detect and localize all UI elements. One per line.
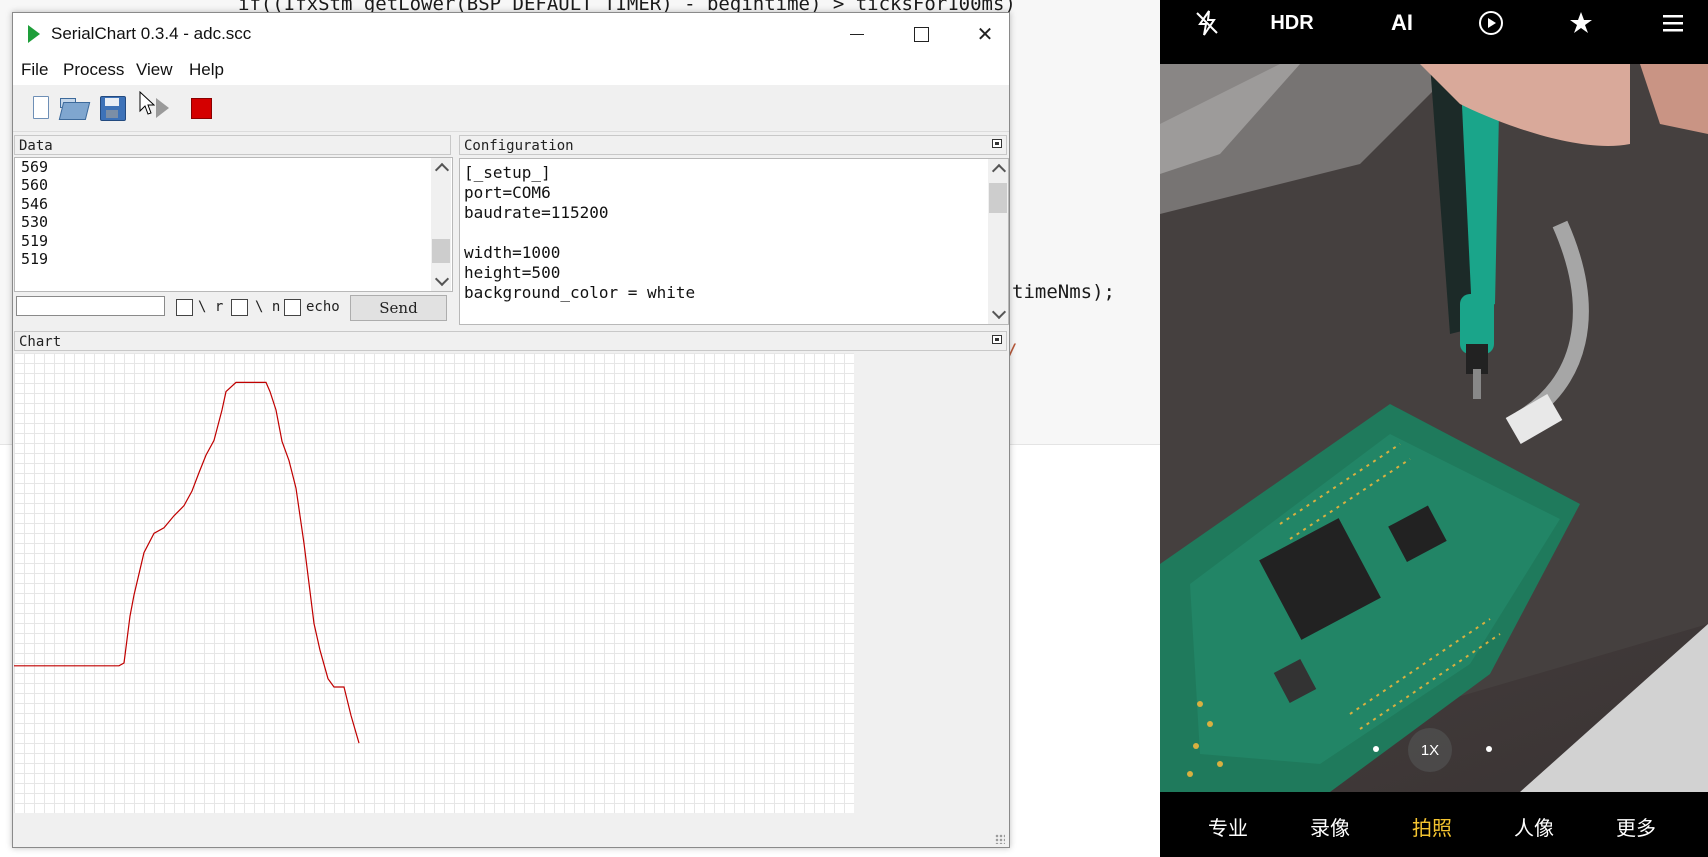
chart-pane-header: Chart [14, 331, 1007, 351]
maximize-button[interactable] [889, 13, 953, 55]
data-pane-title: Data [19, 138, 53, 154]
menu-file[interactable]: File [21, 60, 48, 80]
undock-icon[interactable] [992, 335, 1002, 344]
mode-pro[interactable]: 专业 [1208, 812, 1248, 841]
data-row: 519 [21, 232, 49, 250]
ai-button[interactable]: AI [1382, 8, 1422, 38]
chart-canvas [14, 353, 854, 813]
scroll-thumb[interactable] [432, 239, 450, 263]
data-row: 560 [21, 176, 49, 194]
config-line: height=500 [464, 263, 561, 282]
send-row: \ r \ n echo Send [14, 293, 451, 323]
minimize-button[interactable] [825, 13, 889, 55]
mode-portrait[interactable]: 人像 [1514, 812, 1554, 841]
menu-help[interactable]: Help [189, 60, 224, 80]
play-icon [156, 98, 169, 118]
scroll-up-icon[interactable] [434, 162, 450, 178]
mode-photo[interactable]: 拍照 [1412, 812, 1452, 841]
undock-icon[interactable] [992, 139, 1002, 148]
zoom-indicator[interactable]: 1X [1408, 728, 1452, 772]
config-line: width=1000 [464, 243, 561, 262]
menu-bar: File Process View Help [13, 55, 1009, 85]
flash-off-icon[interactable] [1190, 8, 1224, 38]
data-pane-header: Data [14, 135, 451, 155]
save-button[interactable] [98, 93, 128, 123]
title-bar[interactable]: SerialChart 0.3.4 - adc.scc ✕ [13, 13, 1009, 55]
app-icon [28, 25, 40, 43]
data-scrollbar[interactable] [431, 158, 451, 291]
menu-icon[interactable] [1656, 8, 1690, 38]
window-title: SerialChart 0.3.4 - adc.scc [51, 24, 252, 43]
configuration-editor[interactable]: [_setup_] port=COM6 baudrate=115200 widt… [459, 158, 1009, 325]
configuration-scrollbar[interactable] [988, 159, 1008, 324]
filter-icon[interactable] [1564, 8, 1598, 38]
send-input[interactable] [16, 296, 165, 316]
camera-top-bar: HDR AI [1160, 0, 1708, 64]
append-cr-checkbox[interactable] [176, 299, 193, 316]
camera-preview: HDR AI 1X 专业 录像 拍照 人像 更多 [1160, 0, 1708, 857]
new-file-button[interactable] [25, 93, 55, 123]
serialchart-window: SerialChart 0.3.4 - adc.scc ✕ File Proce… [12, 12, 1010, 848]
folder-open-icon [58, 102, 91, 120]
mouse-cursor-icon [139, 91, 155, 115]
append-cr-label: \ r [198, 299, 224, 315]
config-line: [_setup_] [464, 163, 551, 182]
zoom-level-dot[interactable] [1373, 746, 1379, 752]
new-file-icon [33, 96, 49, 119]
open-file-button[interactable] [58, 93, 91, 123]
config-line: background_color = white [464, 283, 696, 302]
code-line: timeNms); [1012, 281, 1115, 303]
append-lf-checkbox[interactable] [231, 299, 248, 316]
menu-process[interactable]: Process [63, 60, 124, 80]
close-icon: ✕ [976, 23, 994, 46]
stop-button[interactable] [186, 93, 216, 123]
chart-pane-title: Chart [19, 334, 62, 350]
mode-video[interactable]: 录像 [1310, 812, 1350, 841]
configuration-pane-title: Configuration [464, 138, 574, 154]
config-line: baudrate=115200 [464, 203, 609, 222]
configuration-pane-header: Configuration [459, 135, 1007, 155]
camera-mode-bar: 专业 录像 拍照 人像 更多 [1160, 792, 1708, 857]
menu-view[interactable]: View [136, 60, 173, 80]
scroll-down-icon[interactable] [991, 304, 1007, 320]
stop-icon [191, 98, 212, 119]
close-button[interactable]: ✕ [953, 13, 1017, 55]
resize-grip-icon[interactable] [995, 834, 1005, 844]
data-list[interactable]: 569 560 546 530 519 519 [14, 157, 453, 292]
config-line: port=COM6 [464, 183, 551, 202]
data-row: 530 [21, 213, 49, 231]
maximize-icon [913, 26, 929, 42]
chart-area [14, 353, 1007, 846]
data-row: 569 [21, 158, 49, 176]
scroll-thumb[interactable] [989, 183, 1007, 213]
echo-checkbox[interactable] [284, 299, 301, 316]
scroll-up-icon[interactable] [991, 163, 1007, 179]
toolbar [13, 85, 1009, 132]
zoom-level-dot[interactable] [1486, 746, 1492, 752]
mode-more[interactable]: 更多 [1616, 812, 1656, 841]
camera-viewfinder[interactable]: 1X [1160, 64, 1708, 792]
data-row: 546 [21, 195, 49, 213]
live-photo-icon[interactable] [1474, 8, 1508, 38]
send-button[interactable]: Send [350, 295, 447, 321]
scroll-down-icon[interactable] [434, 271, 450, 287]
echo-label: echo [306, 299, 340, 315]
hdr-button[interactable]: HDR [1262, 8, 1322, 38]
data-row: 519 [21, 250, 49, 268]
viewfinder-scene [1160, 64, 1708, 792]
append-lf-label: \ n [255, 299, 281, 315]
minimize-icon [850, 33, 864, 35]
